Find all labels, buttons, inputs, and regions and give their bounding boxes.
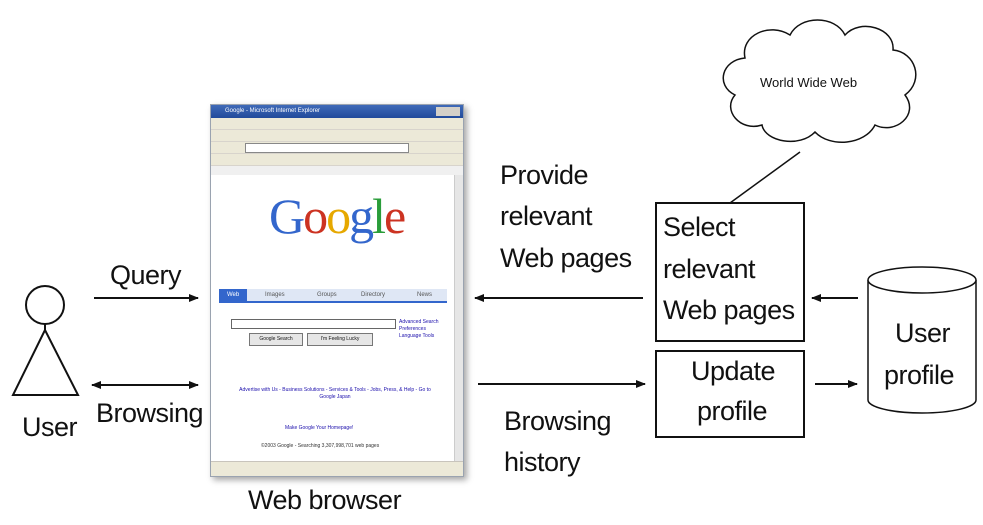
address-bar bbox=[245, 143, 409, 153]
browser-google-toolbar bbox=[211, 154, 463, 166]
user-profile-label-1: User bbox=[895, 318, 951, 348]
update-label-1: Update bbox=[691, 356, 776, 386]
web-browser-label: Web browser bbox=[248, 485, 402, 515]
advanced-search-link: Advanced Search bbox=[399, 319, 439, 325]
user-figure bbox=[11, 285, 80, 396]
language-tools-link: Language Tools bbox=[399, 333, 435, 339]
preferences-link: Preferences bbox=[399, 326, 426, 332]
browser-toolbar bbox=[211, 130, 463, 142]
google-search-button: Google Search bbox=[249, 333, 303, 346]
footer-links: Advertise with Us - Business Solutions -… bbox=[239, 387, 431, 400]
user-label: User bbox=[22, 412, 78, 442]
browser-statusbar bbox=[211, 461, 463, 476]
tab-directory: Directory bbox=[361, 292, 386, 298]
update-label-2: profile bbox=[697, 396, 768, 426]
update-box: Update profile bbox=[655, 350, 805, 438]
select-label-1: Select bbox=[663, 212, 736, 242]
user-profile-label-2: profile bbox=[884, 360, 955, 390]
cloud-link bbox=[729, 151, 801, 204]
tab-news: News bbox=[417, 292, 433, 298]
browser-menubar bbox=[211, 118, 463, 130]
browsing-label: Browsing bbox=[96, 398, 204, 428]
tab-images: Images bbox=[265, 292, 285, 298]
search-input bbox=[231, 319, 396, 329]
tab-web: Web bbox=[219, 289, 248, 301]
copyright-text: ©2003 Google - Searching 3,307,998,701 w… bbox=[261, 443, 380, 449]
browser-titlebar: Google - Microsoft Internet Explorer bbox=[211, 105, 463, 118]
select-label-2: relevant bbox=[663, 254, 756, 284]
provide-label-1: Provide bbox=[500, 160, 589, 190]
make-homepage-link: Make Google Your Homepage! bbox=[285, 425, 354, 431]
query-label: Query bbox=[110, 260, 182, 290]
history-label-1: Browsing bbox=[504, 406, 612, 436]
feeling-lucky-button: I'm Feeling Lucky bbox=[307, 333, 373, 346]
provide-label-3: Web pages bbox=[500, 243, 632, 273]
browser-title: Google - Microsoft Internet Explorer bbox=[225, 108, 321, 114]
provide-label-2: relevant bbox=[500, 201, 593, 231]
window-controls bbox=[436, 107, 460, 116]
browser-page: Google Web Images Groups Directory News … bbox=[211, 175, 455, 462]
history-label-2: history bbox=[504, 447, 581, 477]
tab-groups: Groups bbox=[317, 292, 337, 298]
browser-scrollbar bbox=[454, 175, 463, 462]
www-label: World Wide Web bbox=[760, 75, 858, 90]
select-label-3: Web pages bbox=[663, 295, 795, 325]
select-box: Select relevant Web pages bbox=[655, 202, 805, 342]
search-tabs: Web Images Groups Directory News bbox=[219, 289, 447, 303]
browser-address-row bbox=[211, 142, 463, 154]
web-browser-window: Google - Microsoft Internet Explorer Goo… bbox=[210, 104, 464, 477]
google-logo: Google bbox=[269, 188, 406, 244]
